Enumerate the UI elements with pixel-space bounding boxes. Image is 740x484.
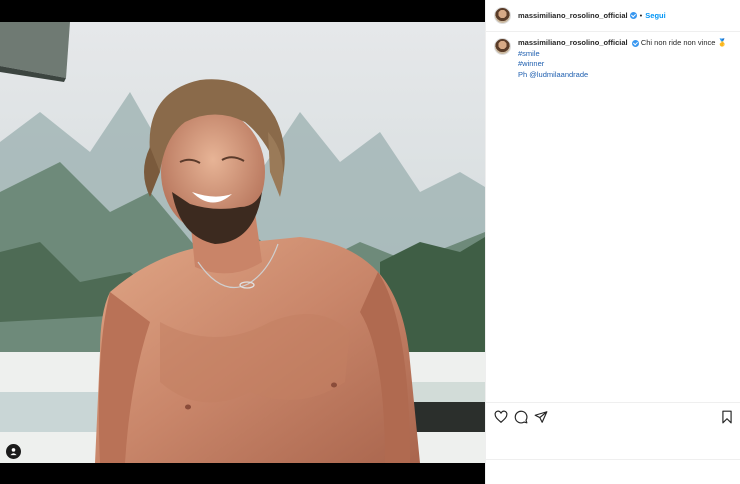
post-photo[interactable] <box>0 22 485 463</box>
medal-emoji: 🥇 <box>717 38 727 47</box>
bottom-black-bar <box>0 463 485 484</box>
hashtag-smile[interactable]: #smile <box>518 49 727 60</box>
user-tags-button[interactable] <box>6 444 21 459</box>
caption-username[interactable]: massimiliano_rosolino_official <box>518 38 628 47</box>
header-separator: • <box>639 11 643 20</box>
caption-verified-badge-icon <box>631 39 639 47</box>
post-header: massimiliano_rosolino_official • Segui <box>486 0 740 32</box>
caption-text: massimiliano_rosolino_official Chi non r… <box>518 38 727 80</box>
post-side-panel: massimiliano_rosolino_official • Segui m… <box>485 0 740 484</box>
user-tag-icon <box>9 443 18 461</box>
comment-divider <box>486 459 740 460</box>
follow-button[interactable]: Segui <box>645 11 665 20</box>
caption-body: Chi non ride non vince <box>640 38 716 47</box>
photo-illustration <box>0 22 485 463</box>
caption-avatar[interactable] <box>494 38 511 55</box>
send-icon[interactable] <box>534 410 548 424</box>
header-username[interactable]: massimiliano_rosolino_official <box>518 11 628 20</box>
heart-icon[interactable] <box>494 410 508 424</box>
action-bar <box>486 402 740 430</box>
comment-icon[interactable] <box>514 410 528 424</box>
photo-credit: Ph @ludmilaandrade <box>518 70 727 81</box>
bookmark-icon[interactable] <box>720 410 734 424</box>
avatar[interactable] <box>494 7 511 24</box>
hashtag-winner[interactable]: #winner <box>518 59 727 70</box>
caption: massimiliano_rosolino_official Chi non r… <box>494 38 734 80</box>
credit-prefix: Ph <box>518 69 528 79</box>
credit-mention[interactable]: @ludmilaandrade <box>529 70 588 79</box>
verified-badge-icon <box>629 12 637 19</box>
